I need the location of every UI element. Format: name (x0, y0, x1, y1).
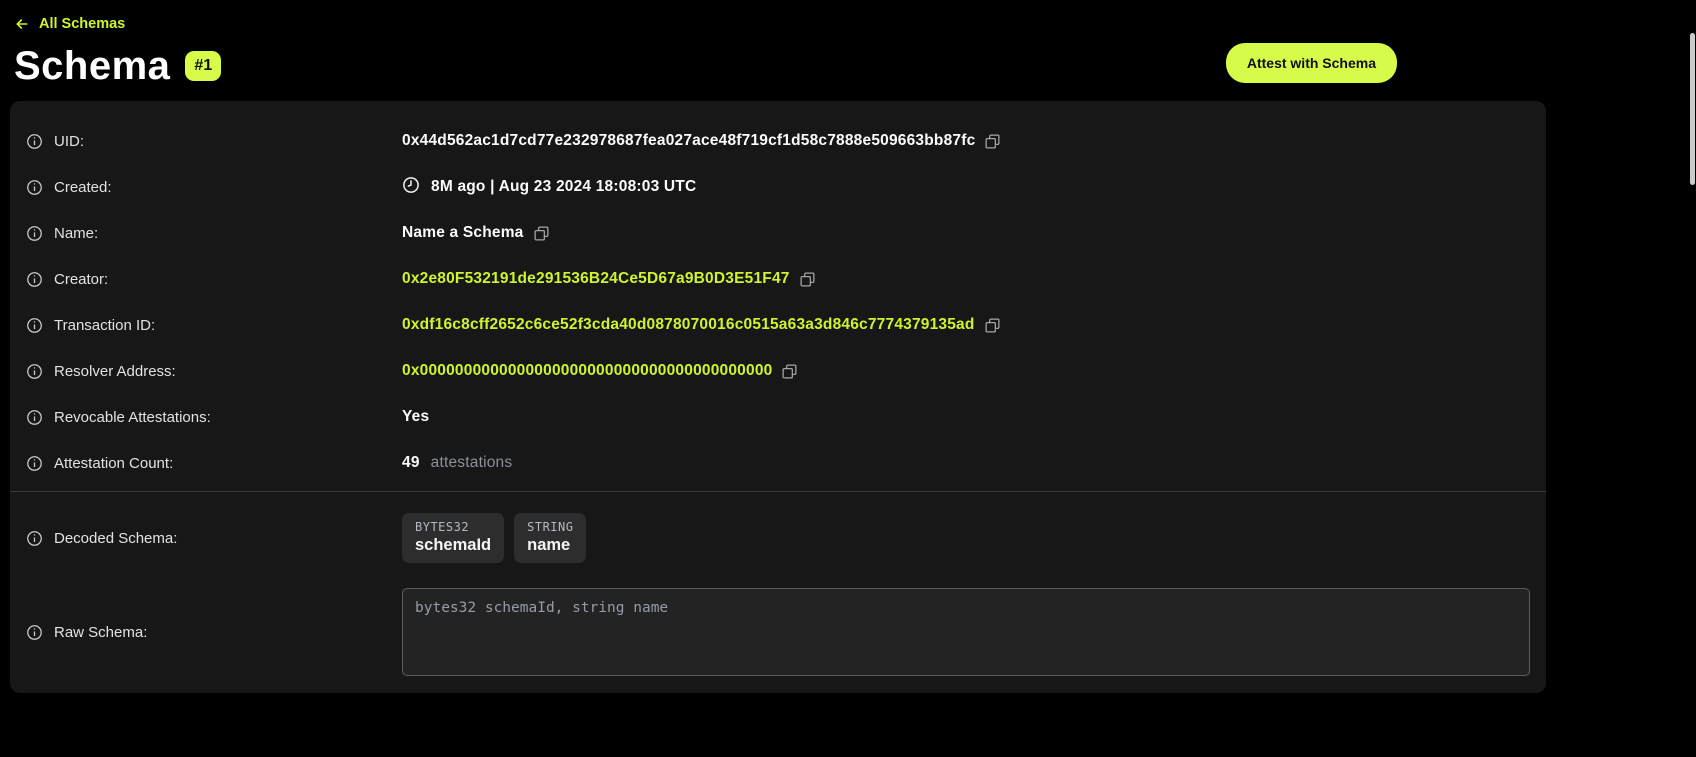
info-icon (26, 624, 43, 641)
created-row: Created: 8M ago | Aug 23 2024 18:08:03 U… (26, 164, 1530, 210)
field-name: schemaId (415, 536, 491, 555)
copy-icon[interactable] (799, 271, 816, 288)
info-icon (26, 409, 43, 426)
attestation-count-suffix: attestations (431, 454, 513, 472)
transaction-id-value: 0xdf16c8cff2652c6ce52f3cda40d0878070016c… (402, 316, 1530, 334)
schema-detail-card: UID: 0x44d562ac1d7cd77e232978687fea027ac… (10, 101, 1546, 693)
info-icon (26, 317, 43, 334)
copy-icon[interactable] (781, 363, 798, 380)
info-icon (26, 455, 43, 472)
raw-schema-textarea[interactable]: bytes32 schemaId, string name (402, 588, 1530, 676)
resolver-address-link[interactable]: 0x00000000000000000000000000000000000000… (402, 362, 772, 380)
creator-label: Creator: (26, 271, 402, 288)
creator-row: Creator: 0x2e80F532191de291536B24Ce5D67a… (26, 256, 1530, 302)
transaction-id-link[interactable]: 0xdf16c8cff2652c6ce52f3cda40d0878070016c… (402, 316, 975, 334)
created-label: Created: (26, 179, 402, 196)
schema-id-badge: #1 (185, 51, 221, 81)
creator-address-link[interactable]: 0x2e80F532191de291536B24Ce5D67a9B0D3E51F… (402, 270, 790, 288)
resolver-address-label: Resolver Address: (26, 363, 402, 380)
vertical-scrollbar (1690, 0, 1695, 757)
revocable-value: Yes (402, 408, 1530, 426)
attestation-count-value: 49 attestations (402, 454, 1530, 472)
info-icon (26, 271, 43, 288)
schema-field-chip: STRING name (514, 513, 586, 563)
arrow-left-icon (14, 16, 30, 32)
attestation-count-label: Attestation Count: (26, 455, 402, 472)
copy-icon[interactable] (533, 225, 550, 242)
attestation-count-row: Attestation Count: 49 attestations (26, 440, 1530, 486)
raw-schema-row: Raw Schema: bytes32 schemaId, string nam… (26, 582, 1530, 694)
field-name: name (527, 536, 573, 555)
schema-field-chip: BYTES32 schemaId (402, 513, 504, 563)
decoded-schema-chips: BYTES32 schemaId STRING name (402, 513, 1530, 563)
info-icon (26, 133, 43, 150)
created-value: 8M ago | Aug 23 2024 18:08:03 UTC (402, 176, 1530, 199)
page-header: All Schemas Schema #1 Attest with Schema (0, 0, 1547, 86)
decoded-schema-label: Decoded Schema: (26, 530, 402, 547)
resolver-address-value: 0x00000000000000000000000000000000000000… (402, 362, 1530, 380)
uid-value: 0x44d562ac1d7cd77e232978687fea027ace48f7… (402, 132, 1530, 150)
page-title: Schema (14, 46, 170, 86)
copy-icon[interactable] (984, 133, 1001, 150)
field-type: BYTES32 (415, 520, 491, 534)
transaction-id-label: Transaction ID: (26, 317, 402, 334)
info-icon (26, 530, 43, 547)
creator-value: 0x2e80F532191de291536B24Ce5D67a9B0D3E51F… (402, 270, 1530, 288)
revocable-row: Revocable Attestations: Yes (26, 394, 1530, 440)
raw-schema-label: Raw Schema: (26, 624, 402, 641)
info-icon (26, 225, 43, 242)
transaction-id-row: Transaction ID: 0xdf16c8cff2652c6ce52f3c… (26, 302, 1530, 348)
copy-icon[interactable] (984, 317, 1001, 334)
info-icon (26, 179, 43, 196)
scrollbar-thumb[interactable] (1690, 33, 1695, 185)
resolver-address-row: Resolver Address: 0x00000000000000000000… (26, 348, 1530, 394)
field-type: STRING (527, 520, 573, 534)
back-to-all-schemas-link[interactable]: All Schemas (14, 16, 125, 32)
name-label: Name: (26, 225, 402, 242)
name-row: Name: Name a Schema (26, 210, 1530, 256)
attest-with-schema-button[interactable]: Attest with Schema (1226, 43, 1397, 83)
decoded-schema-row: Decoded Schema: BYTES32 schemaId STRING … (26, 492, 1530, 582)
attestation-count-number: 49 (402, 454, 420, 472)
name-value: Name a Schema (402, 224, 1530, 242)
clock-icon (402, 176, 420, 199)
uid-label: UID: (26, 133, 402, 150)
back-link-label: All Schemas (39, 16, 125, 32)
revocable-label: Revocable Attestations: (26, 409, 402, 426)
info-icon (26, 363, 43, 380)
uid-row: UID: 0x44d562ac1d7cd77e232978687fea027ac… (26, 118, 1530, 164)
